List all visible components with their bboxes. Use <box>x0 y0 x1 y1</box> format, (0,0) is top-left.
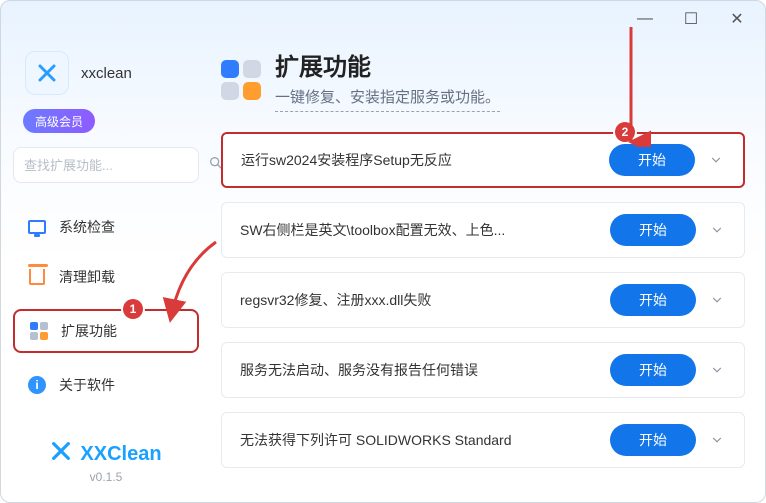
footer-logo-icon <box>50 440 72 468</box>
start-button[interactable]: 开始 <box>610 284 696 316</box>
item-title: SW右侧栏是英文\toolbox配置无效、上色... <box>240 220 610 240</box>
page-subtitle: 一键修复、安装指定服务或功能。 <box>275 86 500 112</box>
start-button[interactable]: 开始 <box>610 424 696 456</box>
main-panel: 扩展功能 一键修复、安装指定服务或功能。 2 运行sw2024安装程序Setup… <box>211 37 765 502</box>
item-title: 无法获得下列许可 SOLIDWORKS Standard <box>240 430 610 450</box>
start-button[interactable]: 开始 <box>610 214 696 246</box>
nav-label: 系统检查 <box>59 217 115 237</box>
nav-item-extensions[interactable]: 扩展功能 1 <box>13 309 199 353</box>
chevron-down-icon[interactable] <box>702 223 732 237</box>
nav: 系统检查 清理卸载 扩展功能 1 i 关于软件 <box>13 205 199 407</box>
item-title: regsvr32修复、注册xxx.dll失败 <box>240 290 610 310</box>
search-input[interactable] <box>24 158 200 173</box>
search-box[interactable] <box>13 147 199 183</box>
callout-badge-2: 2 <box>615 122 635 142</box>
page-header: 扩展功能 一键修复、安装指定服务或功能。 <box>221 47 745 112</box>
tiles-icon <box>29 322 49 340</box>
chevron-down-icon[interactable] <box>702 363 732 377</box>
item-title: 运行sw2024安装程序Setup无反应 <box>241 150 609 170</box>
page-title: 扩展功能 <box>275 47 500 82</box>
nav-label: 清理卸载 <box>59 267 115 287</box>
info-icon: i <box>27 376 47 394</box>
nav-item-cleanup[interactable]: 清理卸载 <box>13 255 199 299</box>
footer-name: XXClean <box>80 443 161 466</box>
sidebar: xxclean 高级会员 系统检查 清理卸载 <box>1 37 211 502</box>
callout-badge-1: 1 <box>123 299 143 319</box>
maximize-button[interactable]: ☐ <box>669 4 713 34</box>
start-button[interactable]: 开始 <box>610 354 696 386</box>
minimize-button[interactable]: — <box>623 4 667 34</box>
chevron-down-icon[interactable] <box>702 433 732 447</box>
brand-icon <box>25 51 69 95</box>
brand: xxclean <box>13 37 199 101</box>
start-button[interactable]: 开始 <box>609 144 695 176</box>
brand-name: xxclean <box>81 65 132 82</box>
list-item[interactable]: SW右侧栏是英文\toolbox配置无效、上色... 开始 <box>221 202 745 258</box>
trash-icon <box>27 269 47 285</box>
list-item[interactable]: regsvr32修复、注册xxx.dll失败 开始 <box>221 272 745 328</box>
chevron-down-icon[interactable] <box>702 293 732 307</box>
list-item[interactable]: 2 运行sw2024安装程序Setup无反应 开始 <box>221 132 745 188</box>
extension-list: 2 运行sw2024安装程序Setup无反应 开始 SW右侧栏是英文\toolb… <box>221 132 745 468</box>
chevron-down-icon[interactable] <box>701 153 731 167</box>
nav-label: 关于软件 <box>59 375 115 395</box>
vip-badge: 高级会员 <box>23 109 95 133</box>
nav-item-syscheck[interactable]: 系统检查 <box>13 205 199 249</box>
nav-label: 扩展功能 <box>61 321 117 341</box>
footer-brand: XXClean v0.1.5 <box>13 440 199 488</box>
footer-version: v0.1.5 <box>13 470 199 484</box>
list-item[interactable]: 服务无法启动、服务没有报告任何错误 开始 <box>221 342 745 398</box>
header-tiles-icon <box>221 60 261 100</box>
titlebar: — ☐ ✕ <box>1 1 765 37</box>
nav-item-about[interactable]: i 关于软件 <box>13 363 199 407</box>
item-title: 服务无法启动、服务没有报告任何错误 <box>240 360 610 380</box>
close-button[interactable]: ✕ <box>715 4 759 34</box>
list-item[interactable]: 无法获得下列许可 SOLIDWORKS Standard 开始 <box>221 412 745 468</box>
monitor-icon <box>27 220 47 234</box>
app-window: — ☐ ✕ xxclean 高级会员 系统检查 <box>0 0 766 503</box>
